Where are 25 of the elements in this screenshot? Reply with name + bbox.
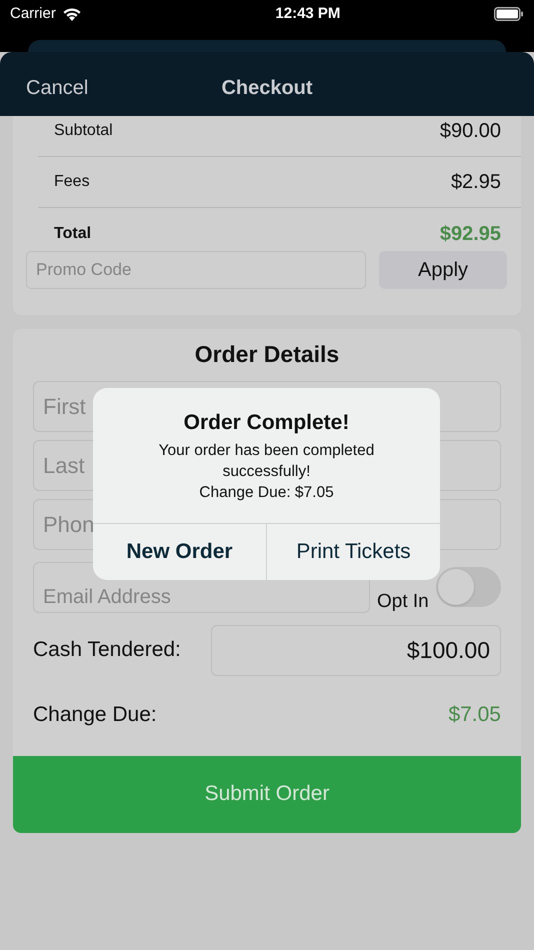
change-due-label: Change Due: [33, 702, 157, 728]
apply-button[interactable]: Apply [379, 251, 507, 289]
summary-label: Subtotal [54, 121, 113, 141]
alert-button[interactable]: Print Tickets [266, 524, 440, 580]
wifi-icon [62, 6, 82, 22]
promo-code-field[interactable]: Promo Code [26, 251, 366, 289]
cash-tendered-label: Cash Tendered: [33, 637, 181, 664]
cash-tendered-field[interactable]: $100.00 [211, 624, 501, 676]
summary-value: $92.95 [440, 222, 501, 246]
summary-label: Total [54, 224, 92, 244]
alert-message: Change Due: $7.05 [199, 483, 334, 503]
change-due-value: $7.05 [448, 702, 501, 728]
summary-label: Fees [54, 172, 90, 192]
alert-message: Your order has been completed successfully! [158, 441, 376, 482]
carrier-label: Carrier [10, 4, 56, 24]
section-title: Order Details [194, 340, 340, 369]
battery-icon [494, 7, 524, 21]
alert-title: Order Complete! [184, 410, 350, 436]
clock: 12:43 PM [275, 4, 340, 24]
summary-value: $2.95 [450, 170, 501, 195]
cancel-button[interactable]: Cancel [0, 65, 88, 103]
opt-in-label: Opt In [377, 590, 429, 614]
opt-in-switch[interactable] [436, 567, 501, 608]
page-title: Checkout [220, 76, 314, 101]
summary-value: $90.00 [440, 119, 501, 144]
